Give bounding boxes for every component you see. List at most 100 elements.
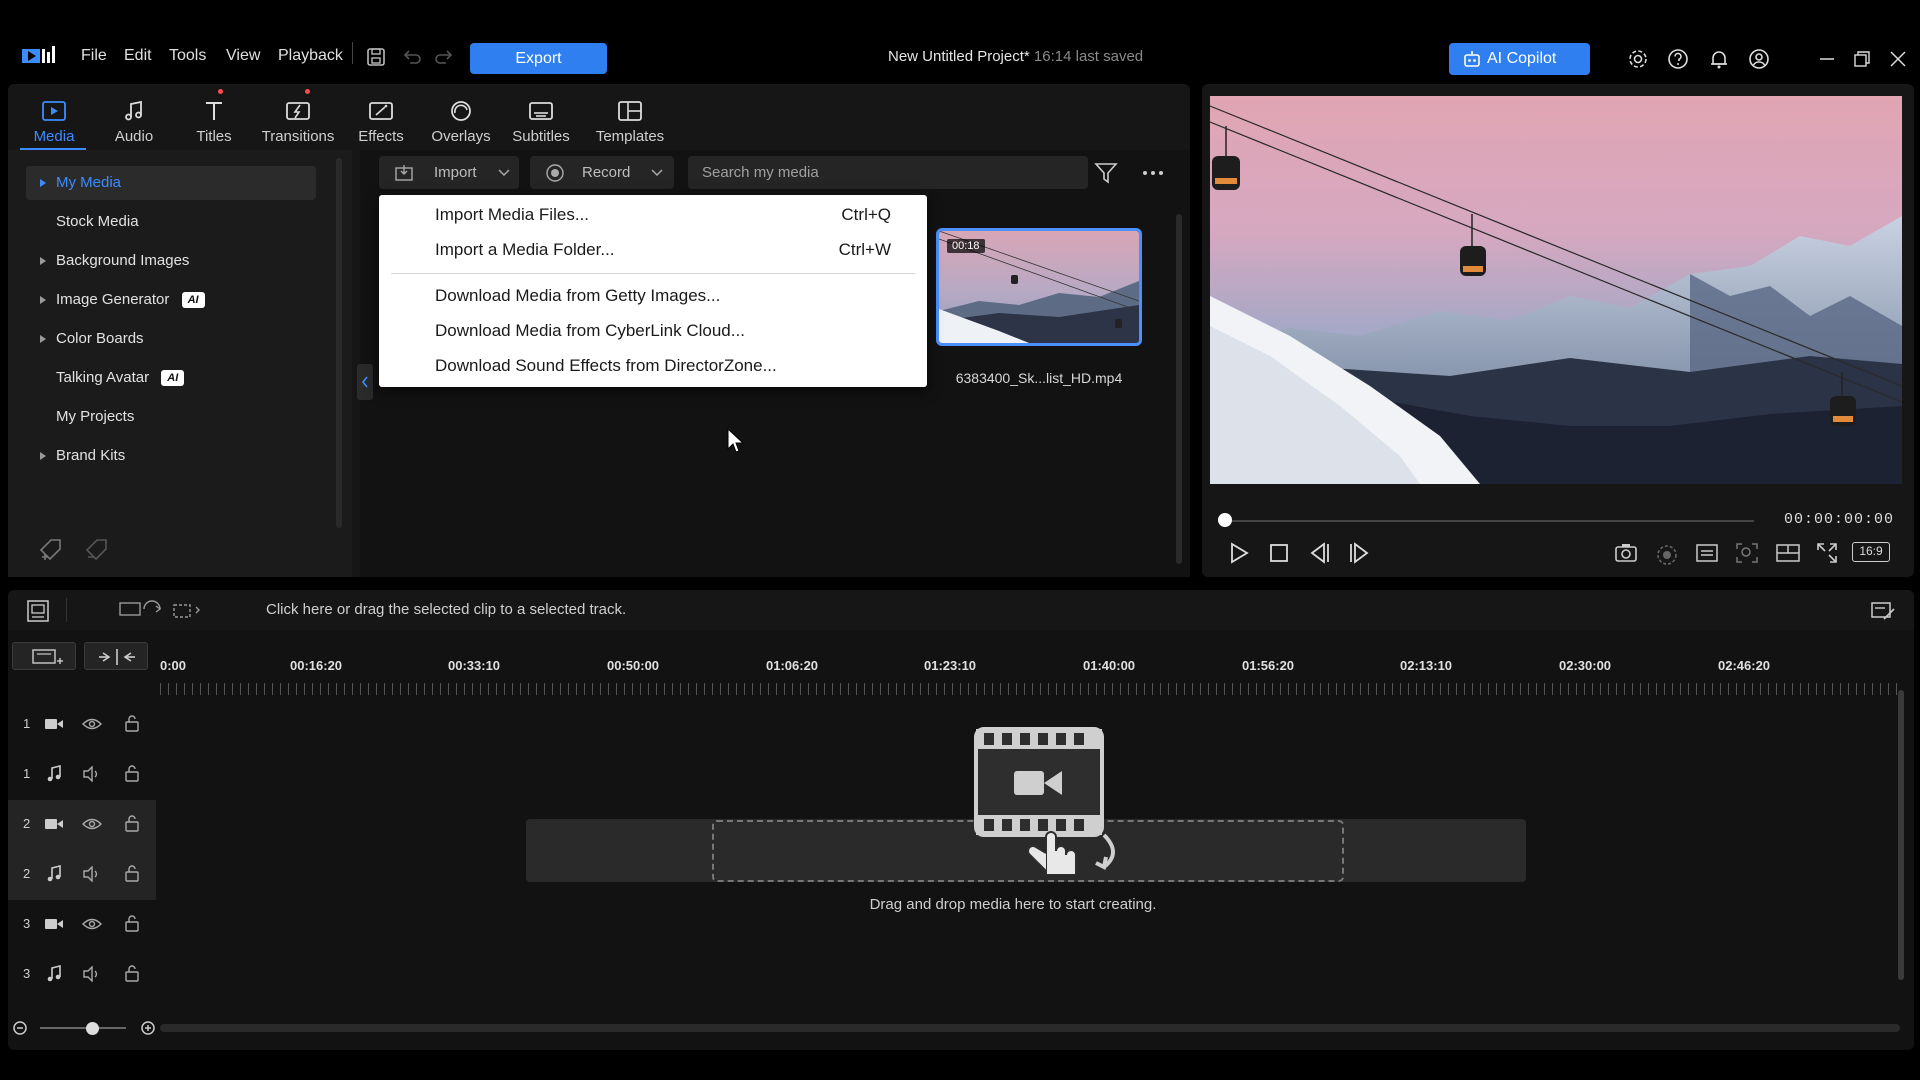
- menu-view[interactable]: View: [226, 47, 260, 65]
- video-track-2[interactable]: 2: [8, 800, 156, 850]
- menu-file[interactable]: File: [81, 47, 107, 65]
- preview-video[interactable]: [1210, 96, 1902, 484]
- record-voice-icon[interactable]: [1656, 544, 1678, 566]
- fullscreen-icon[interactable]: [1816, 542, 1838, 564]
- gear-icon[interactable]: [1627, 48, 1649, 70]
- timeline-edit-icon[interactable]: [1870, 599, 1896, 623]
- import-button[interactable]: Import: [379, 156, 519, 189]
- collapse-sidebar-button[interactable]: [357, 364, 373, 400]
- previous-frame-icon[interactable]: [1307, 541, 1331, 565]
- sidebar-item-image-generator[interactable]: Image Generator AI: [26, 283, 316, 317]
- menu-tools[interactable]: Tools: [169, 47, 206, 65]
- media-scrollbar[interactable]: [1176, 214, 1182, 564]
- zoom-in-icon[interactable]: [140, 1020, 156, 1036]
- tab-titles[interactable]: Titles: [175, 94, 253, 145]
- play-icon[interactable]: [1228, 541, 1250, 565]
- tab-templates[interactable]: Templates: [585, 94, 675, 145]
- sidebar-item-my-projects[interactable]: My Projects: [26, 400, 316, 434]
- stop-icon[interactable]: [1269, 543, 1289, 563]
- lock-icon[interactable]: [124, 764, 140, 782]
- tab-transitions[interactable]: Transitions: [254, 94, 342, 145]
- sidebar-item-talking-avatar[interactable]: Talking Avatar AI: [26, 361, 316, 395]
- record-button[interactable]: Record: [530, 156, 674, 189]
- menu-edit[interactable]: Edit: [124, 47, 152, 65]
- timeline-horizontal-scrollbar[interactable]: [160, 1024, 1900, 1032]
- speaker-icon[interactable]: [82, 966, 102, 982]
- preview-scrubber[interactable]: [1224, 520, 1754, 522]
- account-icon[interactable]: [1748, 48, 1770, 70]
- zoom-slider-handle[interactable]: [86, 1022, 99, 1035]
- snapshot-camera-icon[interactable]: [1614, 542, 1638, 564]
- zoom-slider[interactable]: [40, 1027, 126, 1029]
- audio-track-1[interactable]: 1: [8, 750, 156, 800]
- bell-icon[interactable]: [1708, 48, 1730, 70]
- trim-tools-icon[interactable]: [118, 599, 202, 621]
- expand-arrow-icon[interactable]: [40, 335, 46, 343]
- filter-icon[interactable]: [1094, 162, 1118, 184]
- timeline-ruler[interactable]: [160, 683, 1900, 695]
- menu-item-import-media-files[interactable]: Import Media Files...: [435, 205, 589, 225]
- speaker-icon[interactable]: [82, 766, 102, 782]
- fit-timeline-button[interactable]: [84, 642, 148, 670]
- subtitle-list-icon[interactable]: [1696, 543, 1718, 563]
- lock-icon[interactable]: [124, 864, 140, 882]
- ai-copilot-button[interactable]: AI Copilot: [1449, 43, 1590, 75]
- sidebar-item-stock-media[interactable]: Stock Media: [26, 205, 316, 239]
- remove-tag-icon[interactable]: [84, 537, 110, 563]
- sidebar-item-brand-kits[interactable]: Brand Kits: [26, 439, 316, 473]
- minimize-icon[interactable]: [1818, 50, 1836, 68]
- eye-icon[interactable]: [82, 816, 102, 832]
- tab-templates-label: Templates: [595, 128, 665, 145]
- ruler-label: 02:46:20: [1718, 658, 1771, 673]
- add-tag-icon[interactable]: [38, 537, 64, 563]
- tab-media[interactable]: Media: [15, 94, 93, 145]
- timeline-vertical-scrollbar[interactable]: [1898, 690, 1904, 980]
- undo-icon[interactable]: [402, 48, 422, 66]
- export-button[interactable]: Export: [470, 43, 607, 74]
- more-options-icon[interactable]: [1142, 170, 1164, 176]
- tab-subtitles[interactable]: Subtitles: [502, 94, 580, 145]
- storyboard-toggle-icon[interactable]: [26, 599, 50, 623]
- lock-icon[interactable]: [124, 814, 140, 832]
- zoom-out-icon[interactable]: [12, 1020, 28, 1036]
- eye-icon[interactable]: [82, 916, 102, 932]
- aspect-ratio-button[interactable]: 16:9: [1852, 542, 1890, 562]
- preview-layout-icon[interactable]: [1776, 543, 1800, 563]
- menu-item-download-cyberlink-cloud[interactable]: Download Media from CyberLink Cloud...: [435, 321, 745, 341]
- speaker-icon[interactable]: [82, 866, 102, 882]
- menu-playback[interactable]: Playback: [278, 47, 343, 65]
- sidebar-item-my-media[interactable]: My Media: [26, 166, 316, 200]
- video-track-1[interactable]: 1: [8, 700, 156, 750]
- lock-icon[interactable]: [124, 964, 140, 982]
- menu-item-download-getty[interactable]: Download Media from Getty Images...: [435, 286, 720, 306]
- audio-track-2[interactable]: 2: [8, 850, 156, 900]
- restore-icon[interactable]: [1853, 50, 1871, 68]
- lock-icon[interactable]: [124, 714, 140, 732]
- menu-item-download-directorzone[interactable]: Download Sound Effects from DirectorZone…: [435, 356, 777, 376]
- tab-overlays[interactable]: Overlays: [422, 94, 500, 145]
- shortcut-label: Ctrl+W: [838, 240, 891, 259]
- next-frame-icon[interactable]: [1348, 541, 1372, 565]
- expand-arrow-icon[interactable]: [40, 179, 46, 187]
- add-track-button[interactable]: [12, 642, 76, 670]
- close-icon[interactable]: [1889, 50, 1907, 68]
- search-input[interactable]: Search my media: [688, 156, 1088, 189]
- lock-icon[interactable]: [124, 914, 140, 932]
- expand-arrow-icon[interactable]: [40, 257, 46, 265]
- media-thumbnail[interactable]: 00:18: [936, 228, 1142, 346]
- help-icon[interactable]: [1667, 48, 1689, 70]
- sidebar-item-color-boards[interactable]: Color Boards: [26, 322, 316, 356]
- zoom-preview-icon[interactable]: [1736, 543, 1758, 563]
- sidebar-item-background-images[interactable]: Background Images: [26, 244, 316, 278]
- eye-icon[interactable]: [82, 716, 102, 732]
- expand-arrow-icon[interactable]: [40, 452, 46, 460]
- menu-item-import-media-folder[interactable]: Import a Media Folder...: [435, 240, 615, 260]
- sidebar-scrollbar[interactable]: [336, 158, 342, 528]
- save-icon[interactable]: [366, 47, 386, 67]
- tab-audio[interactable]: Audio: [95, 94, 173, 145]
- redo-icon[interactable]: [434, 48, 454, 66]
- tab-effects[interactable]: Effects: [342, 94, 420, 145]
- audio-track-3[interactable]: 3: [8, 950, 156, 1000]
- scrubber-handle[interactable]: [1218, 513, 1232, 527]
- expand-arrow-icon[interactable]: [40, 296, 46, 304]
